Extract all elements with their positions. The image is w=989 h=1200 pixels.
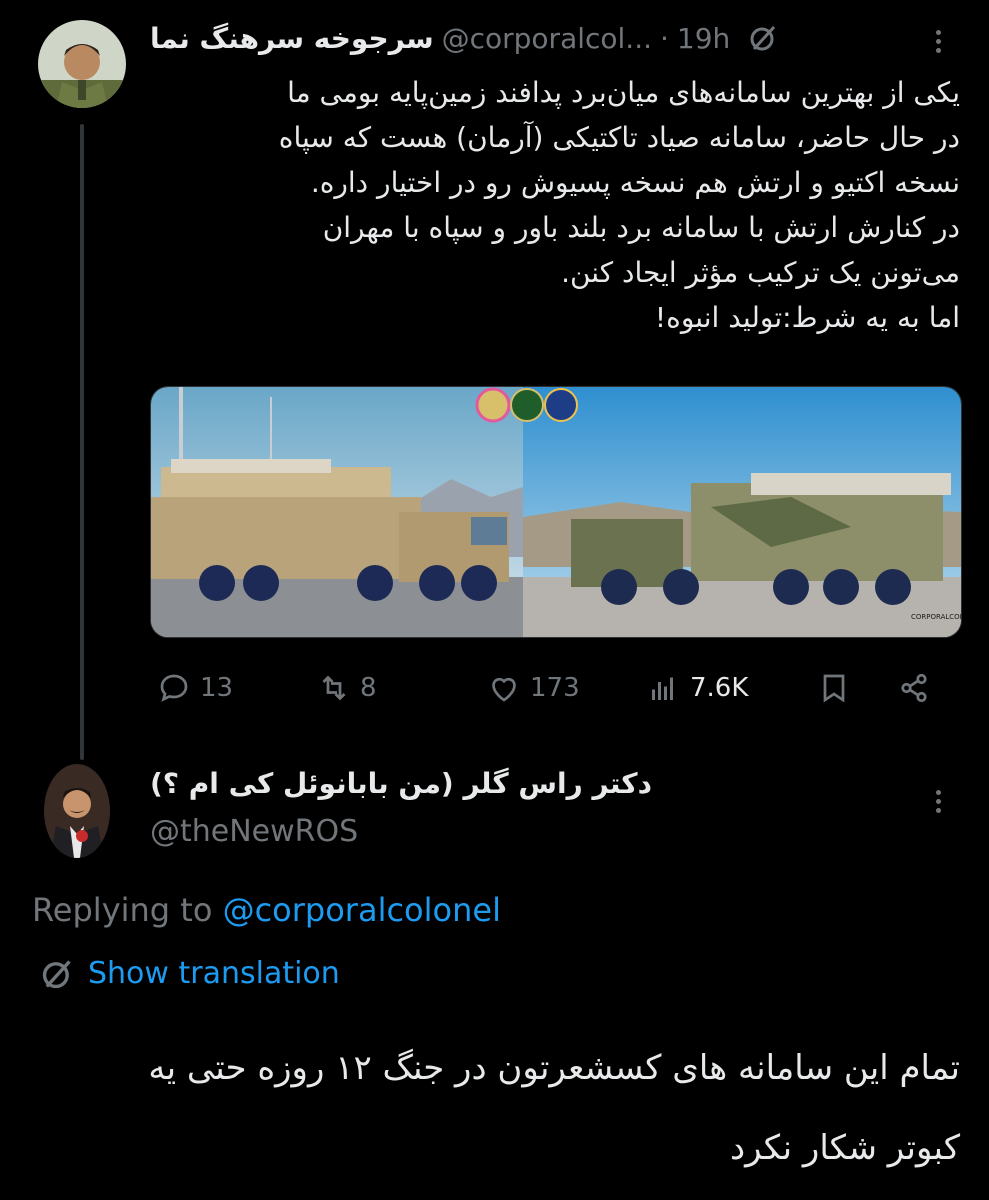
reply-author-avatar[interactable] — [44, 764, 110, 858]
thread-connector-line — [80, 124, 84, 760]
share-icon — [901, 673, 927, 703]
replying-to-line: Replying to @corporalcolonel — [32, 888, 501, 932]
replying-to-link[interactable]: @corporalcolonel — [223, 891, 501, 929]
show-translation-button[interactable]: Show translation — [40, 952, 340, 996]
tweet-header: سرجوخه سرهنگ نما @corporalcol... · 19h — [150, 14, 910, 62]
views-button[interactable]: 7.6K — [646, 660, 748, 716]
retweet-count: 8 — [360, 673, 377, 703]
like-count: 173 — [530, 673, 580, 703]
reply-author-name[interactable]: دکتر راس گلر (من بابانوئل کی ام ؟) — [150, 764, 660, 804]
replying-to-prefix: Replying to — [32, 891, 223, 929]
reply-icon — [160, 674, 188, 702]
retweet-icon — [322, 675, 346, 701]
author-handle[interactable]: @corporalcol... — [442, 22, 652, 55]
reply-author-handle[interactable]: @theNewROS — [150, 812, 358, 852]
reply-count: 13 — [200, 673, 234, 703]
reply-text: تمام این سامانه های کسشعرتون در جنگ ۱۲ ر… — [148, 1048, 960, 1168]
author-name[interactable]: سرجوخه سرهنگ نما — [150, 22, 434, 55]
grok-icon[interactable] — [748, 23, 778, 53]
retweet-button[interactable]: 8 — [316, 660, 377, 716]
more-icon[interactable] — [936, 30, 941, 53]
tweet-text: یکی از بهترین سامانه‌های میان‌برد پدافند… — [278, 76, 960, 334]
translate-icon — [42, 960, 71, 989]
tweet-media-image[interactable]: CORPORALCOLONEL — [150, 386, 962, 638]
show-translation-label: Show translation — [88, 956, 340, 991]
share-button[interactable] — [896, 660, 932, 716]
media-watermark: CORPORALCOLONEL — [911, 613, 961, 621]
reply-button[interactable]: 13 — [156, 660, 233, 716]
author-avatar[interactable] — [38, 20, 126, 108]
bookmark-icon — [823, 674, 845, 703]
bookmark-button[interactable] — [816, 660, 852, 716]
tweet-time[interactable]: 19h — [677, 22, 730, 55]
tweet-actions: 13 8 173 7.6K — [150, 660, 950, 716]
views-count: 7.6K — [690, 673, 749, 703]
like-icon — [492, 677, 516, 702]
views-icon — [652, 677, 673, 700]
like-button[interactable]: 173 — [486, 660, 580, 716]
time-separator: · — [660, 21, 669, 55]
reply-more-icon[interactable] — [936, 790, 941, 813]
